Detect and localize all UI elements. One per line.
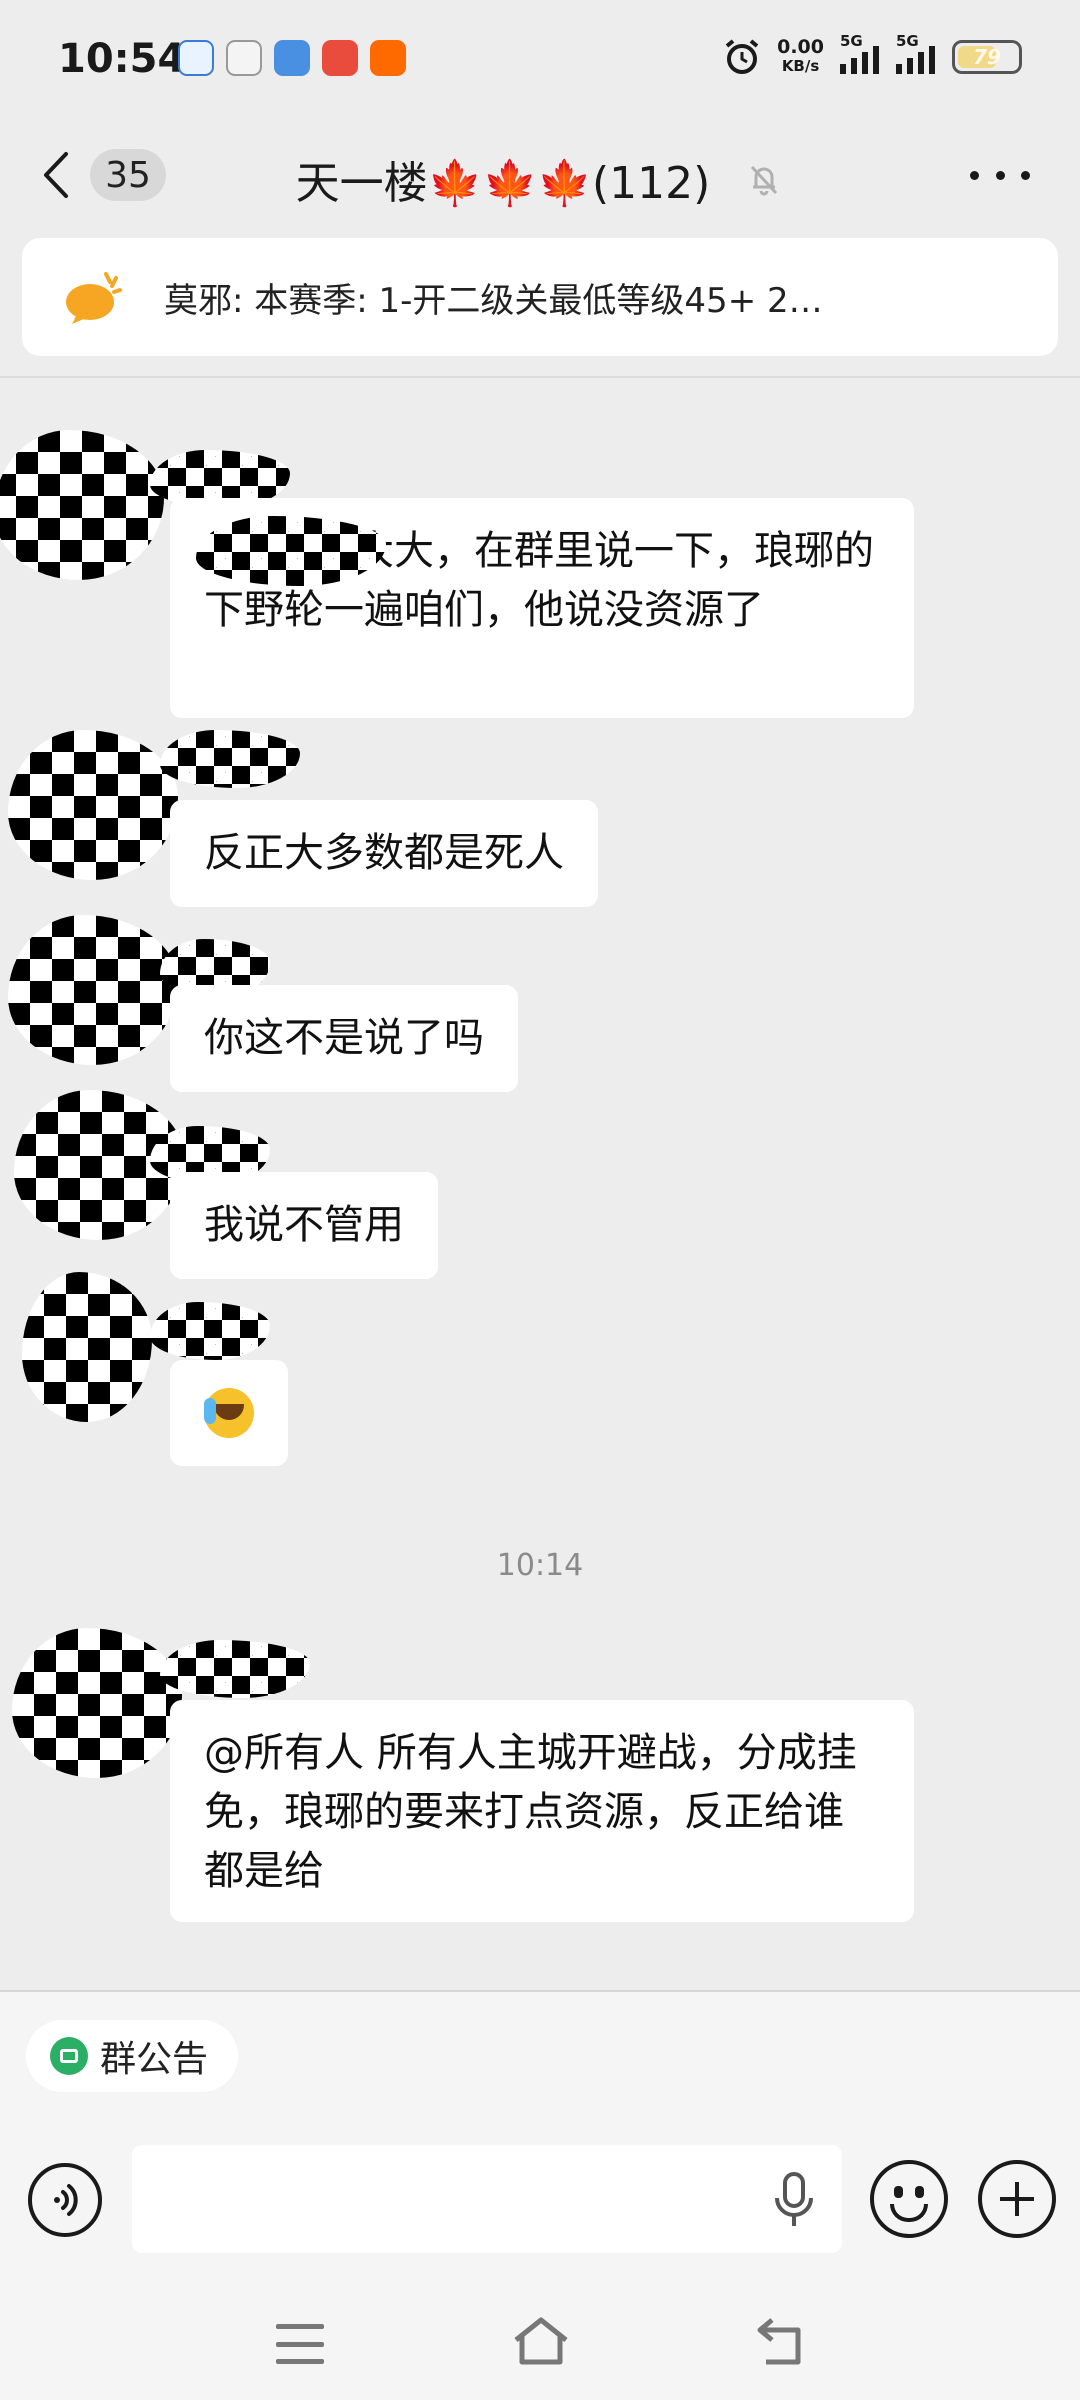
status-bar: 10:54 0.00 KB/s 5G 5G 79 — [0, 0, 1080, 120]
announcement-speech-icon — [66, 272, 122, 324]
sender-name-redacted — [160, 1640, 310, 1698]
message-text: 我说不管用 — [204, 1202, 404, 1248]
clock-app-icon — [226, 40, 262, 76]
network-speed: 0.00 KB/s — [777, 38, 824, 76]
message-item: 大大，在群里说一下，琅琊的下野轮一遍咱们，他说没资源了 — [0, 430, 1080, 730]
announcement-icon — [50, 2037, 88, 2075]
chat-title[interactable]: 天一楼🍁🍁🍁(112) — [296, 147, 785, 211]
avatar[interactable] — [12, 1628, 182, 1778]
app-store-icon — [370, 40, 406, 76]
chat-header: 35 天一楼🍁🍁🍁(112) — [0, 125, 1080, 225]
game-notification-icon — [322, 40, 358, 76]
avatar[interactable] — [0, 430, 164, 580]
system-navigation-bar — [0, 2290, 1080, 2400]
chat-title-text: 天一楼🍁🍁🍁(112) — [295, 158, 711, 209]
message-item: 我说不管用 — [0, 1090, 1080, 1280]
group-announcement-button[interactable]: 群公告 — [26, 2020, 239, 2092]
chevron-left-icon — [44, 152, 68, 198]
message-bubble[interactable]: 我说不管用 — [170, 1172, 438, 1279]
message-input[interactable] — [132, 2145, 842, 2253]
signal-2-icon: 5G — [896, 32, 936, 74]
message-item: @所有人 所有人主城开避战，分成挂免，琅琊的要来打点资源，反正给谁都是给 — [0, 1628, 1080, 1928]
divider — [0, 376, 1080, 378]
message-text: @所有人 所有人主城开避战，分成挂免，琅琊的要来打点资源，反正给谁都是给 — [204, 1730, 857, 1894]
muted-bell-icon — [751, 165, 778, 196]
network-speed-unit: KB/s — [781, 57, 820, 75]
signal-1-label: 5G — [840, 32, 863, 50]
message-item: 反正大多数都是死人 — [0, 730, 1080, 910]
clock: 10:54 — [58, 36, 186, 82]
more-options-icon[interactable] — [970, 160, 1030, 190]
recent-apps-menu-icon[interactable] — [276, 2324, 324, 2364]
message-text: 反正大多数都是死人 — [204, 830, 564, 876]
sender-name-redacted — [150, 1302, 270, 1360]
voice-wave-icon — [54, 2184, 78, 2216]
back-button[interactable]: 35 — [40, 145, 170, 205]
more-actions-plus-button[interactable] — [978, 2160, 1056, 2238]
microphone-icon[interactable] — [772, 2170, 816, 2230]
avatar[interactable] — [22, 1272, 152, 1422]
pinned-announcement[interactable]: 莫邪: 本赛季: 1-开二级关最低等级45+ 2… — [22, 238, 1058, 356]
home-icon[interactable] — [510, 2314, 572, 2368]
emoji-picker-button[interactable] — [870, 2160, 948, 2238]
crying-laughing-emoji-icon — [204, 1388, 254, 1438]
signal-1-icon: 5G — [840, 32, 880, 74]
sender-name-redacted — [160, 730, 300, 788]
notification-icons — [178, 40, 406, 76]
unread-count-badge: 35 — [90, 149, 166, 201]
mobile-carrier-icon — [178, 40, 214, 76]
network-speed-value: 0.00 — [777, 36, 824, 58]
voice-input-toggle[interactable] — [28, 2163, 102, 2237]
message-text: 你这不是说了吗 — [204, 1015, 484, 1061]
message-item: 你这不是说了吗 — [0, 915, 1080, 1095]
app-notification-icon — [274, 40, 310, 76]
battery-level: 79 — [973, 45, 1001, 69]
timestamp-divider: 10:14 — [496, 1548, 584, 1583]
alarm-icon — [725, 39, 759, 74]
announcement-text: 莫邪: 本赛季: 1-开二级关最低等级45+ 2… — [164, 280, 823, 321]
message-bubble[interactable]: 你这不是说了吗 — [170, 985, 518, 1092]
group-announcement-label: 群公告 — [100, 2039, 209, 2080]
avatar[interactable] — [8, 730, 178, 880]
back-nav-icon[interactable] — [752, 2314, 810, 2368]
message-bubble[interactable]: @所有人 所有人主城开避战，分成挂免，琅琊的要来打点资源，反正给谁都是给 — [170, 1700, 914, 1922]
message-bubble[interactable]: 反正大多数都是死人 — [170, 800, 598, 907]
signal-2-label: 5G — [896, 32, 919, 50]
status-indicators: 0.00 KB/s 5G 5G 79 — [723, 32, 1022, 76]
message-item — [0, 1272, 1080, 1472]
message-bubble[interactable] — [170, 1360, 288, 1466]
avatar[interactable] — [8, 915, 178, 1065]
battery-icon: 79 — [952, 40, 1022, 74]
